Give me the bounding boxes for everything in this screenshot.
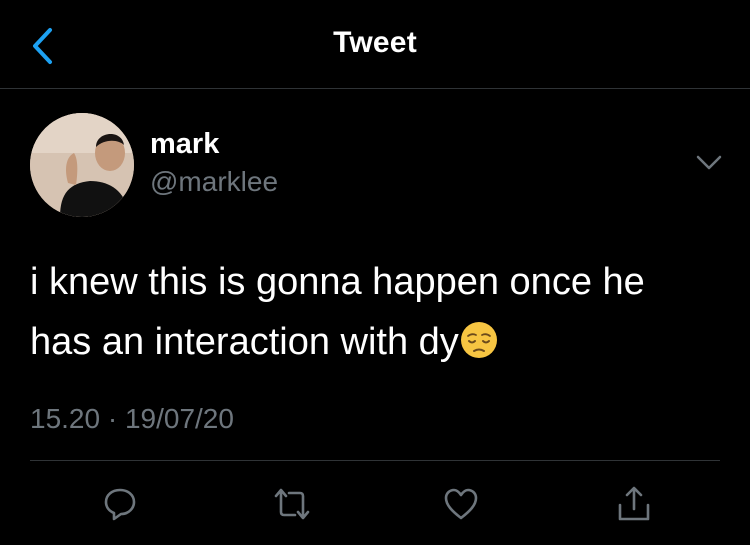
tweet-text: i knew this is gonna happen once he has … xyxy=(30,252,730,372)
reply-icon xyxy=(104,488,136,521)
heart-icon xyxy=(444,488,478,520)
user-display-name[interactable]: mark xyxy=(150,128,219,161)
tweet-timestamp: 15.20 · 19/07/20 xyxy=(30,403,234,434)
retweet-button[interactable] xyxy=(272,484,312,524)
reply-button[interactable] xyxy=(100,484,140,524)
user-handle[interactable]: @marklee xyxy=(150,166,278,198)
share-button[interactable] xyxy=(614,484,654,524)
top-nav-bar: Tweet xyxy=(0,0,750,89)
divider xyxy=(30,460,720,461)
like-button[interactable] xyxy=(441,484,481,524)
avatar[interactable] xyxy=(30,113,134,217)
more-options-button[interactable] xyxy=(694,150,724,174)
pensive-face-icon xyxy=(460,322,497,358)
retweet-icon xyxy=(274,488,310,520)
tweet-line-2-text: has an interaction with dy xyxy=(30,321,459,363)
page-title: Tweet xyxy=(333,26,417,59)
tweet-line-1: i knew this is gonna happen once he xyxy=(30,261,645,303)
tweet-line-2: has an interaction with dy xyxy=(30,312,730,372)
share-icon xyxy=(618,486,650,521)
chevron-down-icon xyxy=(696,155,722,170)
